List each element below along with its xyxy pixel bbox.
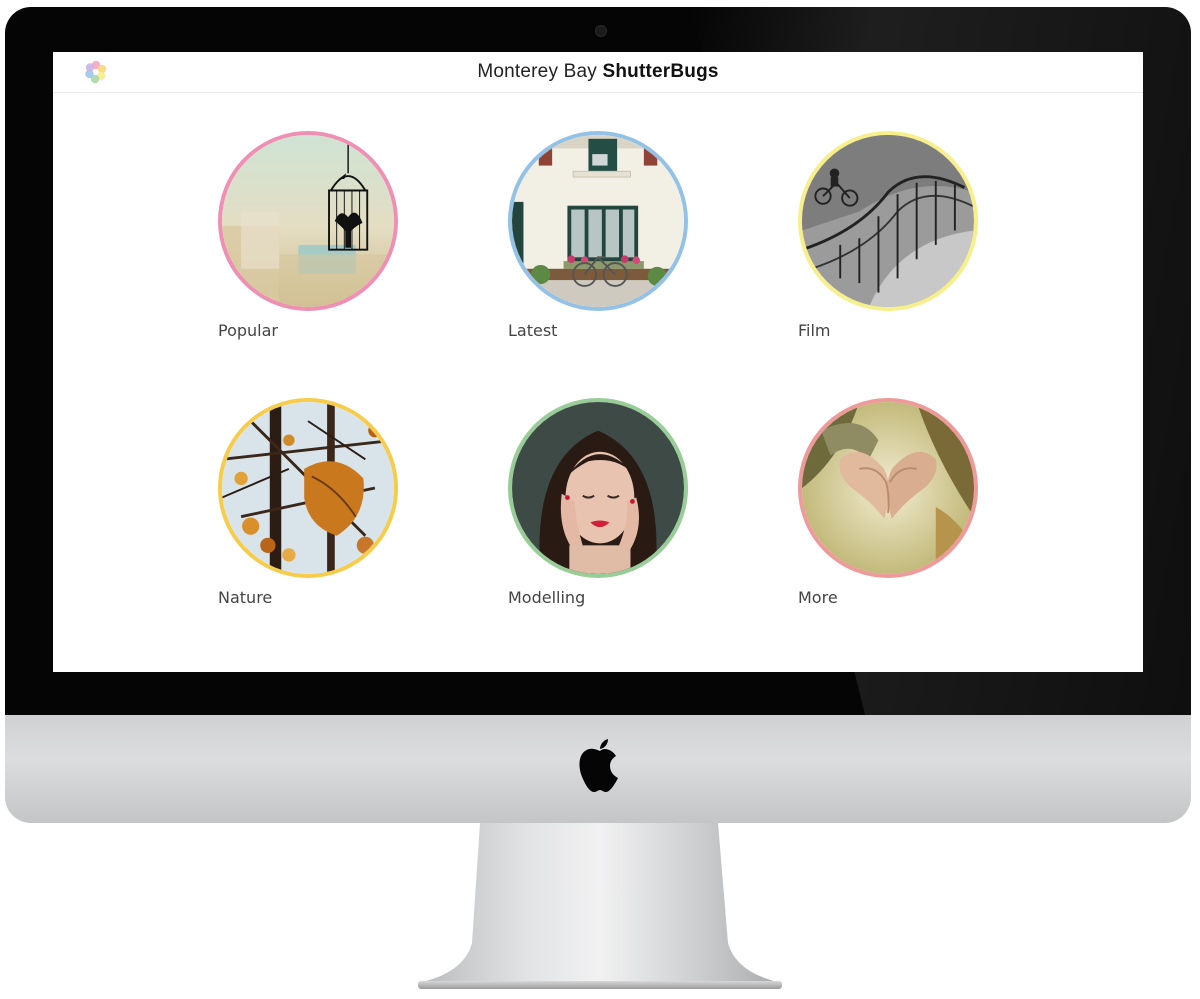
category-film[interactable]: Film [798,131,988,340]
imac-stand [418,823,782,989]
category-more[interactable]: More [798,398,988,607]
category-popular[interactable]: Popular [218,131,408,340]
category-label: Film [798,321,831,340]
category-label: More [798,588,838,607]
app-header: Monterey Bay ShutterBugs [53,52,1143,93]
heart-hands-photo-icon [798,398,978,578]
category-label: Popular [218,321,278,340]
site-title: Monterey Bay ShutterBugs [53,61,1143,83]
birdcage-photo-icon [218,131,398,311]
model-portrait-photo-icon [508,398,688,578]
autumn-leaves-photo-icon [218,398,398,578]
category-label: Latest [508,321,558,340]
category-modelling[interactable]: Modelling [508,398,698,607]
category-label: Modelling [508,588,586,607]
building-bicycle-photo-icon [508,131,688,311]
site-title-bold: ShutterBugs [602,61,719,82]
camera-icon [595,25,607,37]
apple-logo-icon [579,739,618,792]
category-latest[interactable]: Latest [508,131,698,340]
category-label: Nature [218,588,273,607]
site-title-regular: Monterey Bay [477,61,603,82]
app-screen: Monterey Bay ShutterBugs Popular Latest … [53,52,1143,672]
spiral-staircase-photo-icon [798,131,978,311]
category-nature[interactable]: Nature [218,398,408,607]
